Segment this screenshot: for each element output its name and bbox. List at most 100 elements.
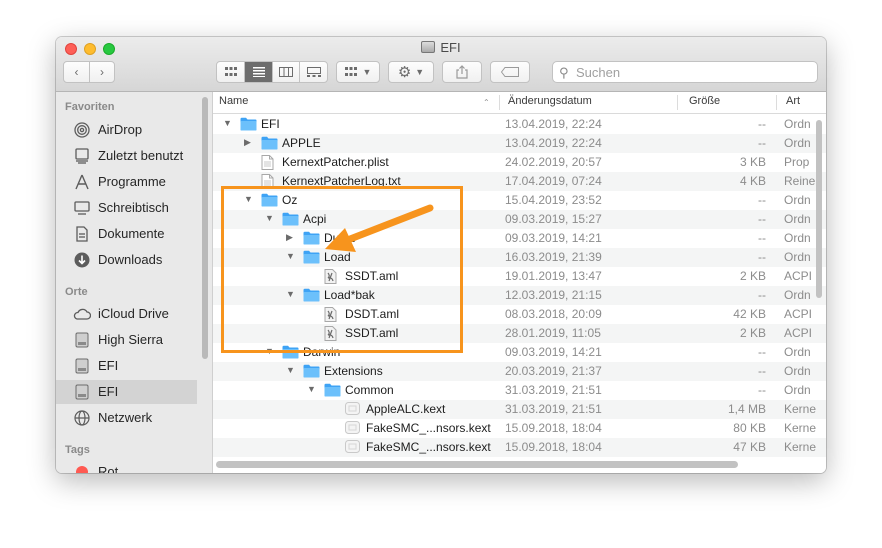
column-view-button[interactable] — [271, 62, 300, 82]
file-row[interactable]: ▼ Extensions 20.03.2019, 21:37 -- Ordn — [213, 362, 826, 381]
toolbar: EFI ‹ › ▼ ⚙ ▼ ⚲ Suchen — [56, 37, 826, 92]
share-icon — [456, 65, 468, 79]
file-kind: Ordn — [784, 136, 811, 150]
folder-icon — [261, 136, 278, 150]
file-date: 13.04.2019, 22:24 — [505, 117, 602, 131]
disk-icon — [73, 383, 91, 401]
sidebar-item-icloud-drive[interactable]: iCloud Drive — [56, 302, 197, 326]
list-icon — [252, 67, 265, 77]
file-kind: Kerne — [784, 440, 817, 454]
file-size: 42 KB — [733, 307, 766, 321]
sidebar-item-recents[interactable]: Zuletzt benutzt — [56, 144, 197, 168]
action-button[interactable]: ⚙ ▼ — [388, 61, 434, 83]
file-size: -- — [758, 345, 766, 359]
view-mode-control — [216, 61, 328, 83]
vertical-scrollbar[interactable] — [816, 120, 822, 298]
file-kind: ACPI — [784, 269, 813, 283]
file-kind: Ordn — [784, 212, 811, 226]
file-date: 16.03.2019, 21:39 — [505, 250, 602, 264]
sidebar-item-applications[interactable]: Programme — [56, 170, 197, 194]
file-name: FakeSMC_...nsors.kext — [366, 440, 491, 454]
back-forward-control: ‹ › — [63, 61, 115, 83]
file-date: 17.04.2019, 07:24 — [505, 174, 602, 188]
list-view-button[interactable] — [244, 62, 272, 82]
sidebar-item-airdrop[interactable]: AirDrop — [56, 118, 197, 142]
downloads-icon — [73, 251, 91, 269]
sort-chevron-up-icon: ⌃ — [483, 98, 490, 107]
file-date: 28.01.2019, 11:05 — [505, 326, 601, 340]
horizontal-scrollbar[interactable] — [216, 461, 738, 468]
document-icon — [261, 155, 278, 170]
disclosure-triangle-closed-icon[interactable]: ▶ — [244, 137, 251, 148]
sidebar-item-network[interactable]: Netzwerk — [56, 406, 197, 430]
sidebar-item-label: EFI — [98, 384, 119, 399]
tag-button[interactable] — [490, 61, 530, 83]
file-date: 15.09.2018, 18:04 — [505, 440, 602, 454]
desktop-icon — [73, 199, 91, 217]
sidebar-item-label: EFI — [98, 358, 119, 373]
file-row[interactable]: FakeSMC_...nsors.kext 15.09.2018, 18:04 80… — [213, 419, 826, 438]
sidebar-item-efi[interactable]: EFI — [56, 354, 197, 378]
column-header-size[interactable]: Größe — [689, 95, 720, 107]
column-divider — [499, 95, 500, 110]
kext-icon — [345, 402, 362, 416]
icon-view-button[interactable] — [217, 62, 244, 82]
file-size: 4 KB — [739, 174, 766, 188]
disclosure-triangle-open-icon[interactable]: ▼ — [286, 365, 295, 375]
tag-dot-icon — [73, 463, 91, 473]
file-size: -- — [758, 250, 766, 264]
forward-button[interactable]: › — [88, 62, 114, 82]
file-date: 15.09.2018, 18:04 — [505, 421, 602, 435]
disk-icon — [421, 41, 436, 53]
sidebar-item-label: Schreibtisch — [98, 200, 169, 215]
kext-icon — [345, 421, 362, 435]
column-header-date[interactable]: Änderungsdatum — [508, 95, 592, 107]
sidebar-scrollbar[interactable] — [202, 97, 208, 359]
sidebar-item-high-sierra[interactable]: High Sierra — [56, 328, 197, 352]
column-divider — [677, 95, 678, 110]
gallery-view-button[interactable] — [299, 62, 327, 82]
file-name: EFI — [261, 117, 280, 131]
file-size: -- — [758, 288, 766, 302]
file-kind: Ordn — [784, 383, 811, 397]
file-date: 09.03.2019, 15:27 — [505, 212, 602, 226]
sidebar-item-downloads[interactable]: Downloads — [56, 248, 197, 272]
folder-icon — [240, 117, 257, 131]
column-header-kind[interactable]: Art — [786, 95, 800, 107]
documents-icon — [73, 225, 91, 243]
file-date: 09.03.2019, 14:21 — [505, 345, 602, 359]
file-date: 15.04.2019, 23:52 — [505, 193, 602, 207]
sidebar-item-label: Programme — [98, 174, 166, 189]
search-field[interactable]: ⚲ Suchen — [552, 61, 818, 83]
sidebar-item-documents[interactable]: Dokumente — [56, 222, 197, 246]
file-row[interactable]: AppleALC.kext 31.03.2019, 21:51 1,4 MB Kern… — [213, 400, 826, 419]
disclosure-triangle-open-icon[interactable]: ▼ — [223, 118, 232, 128]
group-button[interactable]: ▼ — [336, 61, 380, 83]
file-row[interactable]: KernextPatcher.plist 24.02.2019, 20:57 3 K… — [213, 153, 826, 172]
sidebar-item-label: Zuletzt benutzt — [98, 148, 184, 163]
file-size: 1,4 MB — [727, 402, 766, 416]
back-button[interactable]: ‹ — [64, 62, 89, 82]
file-date: 12.03.2019, 21:15 — [505, 288, 602, 302]
folder-icon — [324, 383, 341, 397]
file-row[interactable]: ▶ APPLE 13.04.2019, 22:24 -- Ordn — [213, 134, 826, 153]
file-size: -- — [758, 212, 766, 226]
grid-icon — [224, 67, 237, 76]
disclosure-triangle-open-icon[interactable]: ▼ — [307, 384, 316, 394]
column-header-name[interactable]: Name — [219, 95, 248, 107]
file-row[interactable]: FakeSMC_...nsors.kext 15.09.2018, 18:04 47… — [213, 438, 826, 457]
sidebar-item-tag-red[interactable]: Rot — [56, 460, 197, 473]
share-button[interactable] — [442, 61, 482, 83]
annotation-highlight-box — [221, 186, 463, 353]
file-date: 31.03.2019, 21:51 — [505, 383, 602, 397]
file-size: -- — [758, 136, 766, 150]
sidebar-item-desktop[interactable]: Schreibtisch — [56, 196, 197, 220]
sidebar-section-tags: Tags — [65, 444, 90, 456]
kext-icon — [345, 440, 362, 454]
file-row[interactable]: ▼ Common 31.03.2019, 21:51 -- Ordn — [213, 381, 826, 400]
sidebar-section-favorites: Favoriten — [65, 101, 115, 113]
file-name: APPLE — [282, 136, 321, 150]
search-placeholder: Suchen — [576, 65, 621, 80]
sidebar-item-efi-selected[interactable]: EFI — [56, 380, 197, 404]
file-row[interactable]: ▼ EFI 13.04.2019, 22:24 -- Ordn — [213, 115, 826, 134]
